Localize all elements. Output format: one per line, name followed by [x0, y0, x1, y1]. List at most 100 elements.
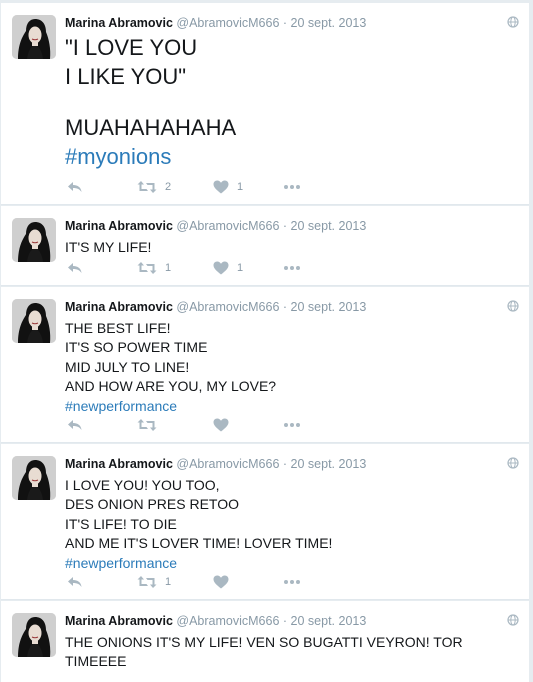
- retweet-icon: [137, 180, 157, 194]
- tweet-text: THE ONIONS IT'S MY LIFE! VEN SO BUGATTI …: [65, 633, 513, 672]
- tweet-line: AND ME IT'S LOVER TIME! LOVER TIME!: [65, 535, 333, 552]
- author-handle[interactable]: @AbramovicM666: [176, 219, 279, 233]
- tweet-line: "I LOVE YOU: [65, 35, 198, 60]
- globe-icon: [507, 613, 519, 626]
- heart-icon: [213, 575, 229, 589]
- reply-button[interactable]: [67, 572, 83, 592]
- reply-button[interactable]: [67, 415, 83, 435]
- tweet-header: Marina Abramovic @AbramovicM666 · 20 sep…: [65, 614, 366, 628]
- reply-icon: [67, 261, 83, 275]
- hashtag-link[interactable]: #newperformance: [65, 397, 513, 416]
- retweet-icon: [137, 261, 157, 275]
- reply-icon: [67, 575, 83, 589]
- tweet-actions: 1 1: [65, 258, 345, 278]
- tweet-text: THE BEST LIFE! IT'S SO POWER TIME MID JU…: [65, 319, 513, 416]
- tweet-date[interactable]: 20 sept. 2013: [291, 16, 367, 30]
- tweet-text: "I LOVE YOU I LIKE YOU" MUAHAHAHAHA #myo…: [65, 33, 513, 171]
- like-count: 1: [237, 181, 244, 193]
- tweet-header: Marina Abramovic @AbramovicM666 · 20 sep…: [65, 457, 366, 471]
- avatar[interactable]: [12, 456, 56, 500]
- more-dots-icon: [283, 422, 301, 428]
- separator: ·: [282, 457, 288, 471]
- tweet-line: THE ONIONS IT'S MY LIFE! VEN SO BUGATTI …: [65, 634, 463, 650]
- hashtag-link[interactable]: #newperformance: [65, 554, 513, 573]
- author-name[interactable]: Marina Abramovic: [65, 300, 173, 314]
- avatar[interactable]: [12, 15, 56, 59]
- more-button[interactable]: [283, 415, 301, 435]
- globe-icon: [507, 299, 519, 312]
- retweet-count: 2: [165, 181, 172, 193]
- tweet-actions: [65, 415, 345, 435]
- like-count: 1: [237, 262, 244, 274]
- tweet-line: I LIKE YOU": [65, 64, 187, 89]
- author-handle[interactable]: @AbramovicM666: [176, 614, 279, 628]
- author-name[interactable]: Marina Abramovic: [65, 457, 173, 471]
- retweet-count: 1: [165, 576, 172, 588]
- reply-button[interactable]: [67, 258, 83, 278]
- tweet-actions: 1: [65, 572, 345, 592]
- heart-icon: [213, 180, 229, 194]
- tweet-date[interactable]: 20 sept. 2013: [291, 300, 367, 314]
- retweet-button[interactable]: 1: [137, 572, 171, 592]
- tweet-line: TIMEEEE: [65, 653, 127, 670]
- tweet[interactable]: Marina Abramovic @AbramovicM666 · 20 sep…: [1, 287, 529, 443]
- retweet-icon: [137, 418, 157, 432]
- retweet-button[interactable]: 1: [137, 258, 171, 278]
- tweet[interactable]: Marina Abramovic @AbramovicM666 · 20 sep…: [1, 444, 529, 600]
- like-button[interactable]: [213, 415, 237, 435]
- tweet-line: DES ONION PRES RETOO: [65, 496, 239, 513]
- tweet-line: THE BEST LIFE!: [65, 320, 171, 336]
- avatar[interactable]: [12, 218, 56, 262]
- author-name[interactable]: Marina Abramovic: [65, 16, 173, 30]
- author-handle[interactable]: @AbramovicM666: [176, 16, 279, 30]
- tweet-date[interactable]: 20 sept. 2013: [291, 457, 367, 471]
- retweet-icon: [137, 575, 157, 589]
- more-dots-icon: [283, 265, 301, 271]
- separator: ·: [282, 614, 288, 628]
- tweet[interactable]: Marina Abramovic @AbramovicM666 · 20 sep…: [1, 206, 529, 286]
- retweet-button[interactable]: [137, 415, 165, 435]
- avatar[interactable]: [12, 613, 56, 657]
- more-button[interactable]: [283, 258, 301, 278]
- retweet-button[interactable]: 2: [137, 177, 171, 197]
- more-button[interactable]: [283, 177, 301, 197]
- tweet-actions: 2 1: [65, 177, 345, 197]
- reply-button[interactable]: [67, 177, 83, 197]
- heart-icon: [213, 418, 229, 432]
- separator: ·: [282, 300, 288, 314]
- like-button[interactable]: [213, 572, 237, 592]
- tweet-line: IT'S SO POWER TIME: [65, 339, 208, 356]
- heart-icon: [213, 261, 229, 275]
- tweet-text: IT'S MY LIFE!: [65, 238, 513, 257]
- more-dots-icon: [283, 184, 301, 190]
- tweet-line: [65, 91, 513, 113]
- reply-icon: [67, 180, 83, 194]
- tweet-header: Marina Abramovic @AbramovicM666 · 20 sep…: [65, 16, 366, 30]
- avatar[interactable]: [12, 299, 56, 343]
- more-dots-icon: [283, 579, 301, 585]
- like-button[interactable]: 1: [213, 177, 243, 197]
- tweet-header: Marina Abramovic @AbramovicM666 · 20 sep…: [65, 219, 366, 233]
- tweet-line: I LOVE YOU! YOU TOO,: [65, 477, 220, 493]
- author-handle[interactable]: @AbramovicM666: [176, 300, 279, 314]
- tweet-date[interactable]: 20 sept. 2013: [291, 219, 367, 233]
- tweet-line: IT'S LIFE! TO DIE: [65, 515, 177, 532]
- author-name[interactable]: Marina Abramovic: [65, 219, 173, 233]
- separator: ·: [282, 219, 288, 233]
- author-name[interactable]: Marina Abramovic: [65, 614, 173, 628]
- tweet-line: MID JULY TO LINE!: [65, 358, 190, 375]
- tweet-line: MUAHAHAHAHA: [65, 115, 237, 140]
- reply-icon: [67, 418, 83, 432]
- author-handle[interactable]: @AbramovicM666: [176, 457, 279, 471]
- retweet-count: 1: [165, 262, 172, 274]
- tweet-line: AND HOW ARE YOU, MY LOVE?: [65, 378, 277, 395]
- globe-icon: [507, 15, 519, 28]
- globe-icon: [507, 456, 519, 469]
- tweet-line: IT'S MY LIFE!: [65, 239, 152, 255]
- tweet[interactable]: Marina Abramovic @AbramovicM666 · 20 sep…: [1, 601, 529, 682]
- tweet[interactable]: Marina Abramovic @AbramovicM666 · 20 sep…: [1, 3, 529, 205]
- hashtag-link[interactable]: #myonions: [65, 142, 513, 171]
- tweet-date[interactable]: 20 sept. 2013: [291, 614, 367, 628]
- like-button[interactable]: 1: [213, 258, 243, 278]
- more-button[interactable]: [283, 572, 301, 592]
